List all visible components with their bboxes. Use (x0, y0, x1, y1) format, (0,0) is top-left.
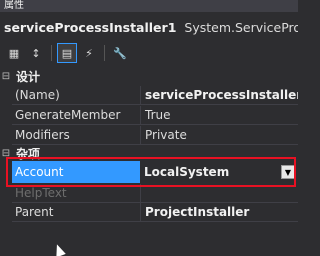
properties-icon[interactable]: ▤ (57, 43, 77, 63)
property-value[interactable]: True (140, 106, 298, 124)
property-row-modifiers[interactable]: Modifiers Private (12, 126, 298, 145)
alphabetical-icon[interactable]: ↕ (26, 43, 46, 63)
collapse-icon[interactable]: ⊟ (0, 71, 12, 82)
property-name: GenerateMember (15, 108, 121, 122)
property-value[interactable] (140, 184, 298, 202)
property-value[interactable]: ProjectInstaller (140, 203, 298, 221)
property-name: HelpText (15, 186, 67, 200)
property-row-helptext[interactable]: HelpText (12, 184, 298, 203)
property-name: Modifiers (15, 128, 70, 142)
collapse-icon[interactable]: ⊟ (0, 148, 12, 159)
account-dropdown[interactable]: LocalSystem ▼ (140, 161, 298, 183)
property-name: Account (12, 161, 140, 183)
toolbar-separator (51, 45, 52, 61)
events-icon[interactable]: ⚡ (79, 43, 99, 63)
properties-toolbar: ▦ ↕ ▤ ⚡ 🔧 (0, 41, 298, 65)
category-misc[interactable]: ⊟ 杂项 (0, 145, 298, 162)
property-row-account[interactable]: Account LocalSystem ▼ (12, 161, 298, 183)
property-row-parent[interactable]: Parent ProjectInstaller (12, 203, 298, 222)
window-title: 属性 (0, 0, 298, 12)
toolbar-separator (104, 45, 105, 61)
category-design[interactable]: ⊟ 设计 (0, 68, 298, 85)
object-selector[interactable]: serviceProcessInstaller1 System.ServiceP… (0, 13, 298, 41)
property-pages-icon[interactable]: 🔧 (110, 43, 130, 63)
property-name: (Name) (15, 88, 60, 102)
dropdown-arrow-icon[interactable]: ▼ (281, 165, 295, 179)
property-row-generate-member[interactable]: GenerateMember True (12, 106, 298, 125)
category-label: 设计 (16, 70, 41, 84)
property-row-name[interactable]: (Name) serviceProcessInstaller1 (12, 86, 298, 105)
object-type: System.ServiceProces (184, 19, 298, 35)
property-grid: ⊟ 设计 (Name) serviceProcessInstaller1 Gen… (0, 67, 298, 256)
category-label: 杂项 (16, 147, 41, 161)
property-name: Parent (15, 205, 54, 219)
categorized-icon[interactable]: ▦ (4, 43, 24, 63)
property-value: LocalSystem (144, 165, 230, 179)
property-value[interactable]: serviceProcessInstaller1 (140, 86, 298, 104)
property-value[interactable]: Private (140, 126, 298, 144)
object-name: serviceProcessInstaller1 (4, 19, 177, 35)
